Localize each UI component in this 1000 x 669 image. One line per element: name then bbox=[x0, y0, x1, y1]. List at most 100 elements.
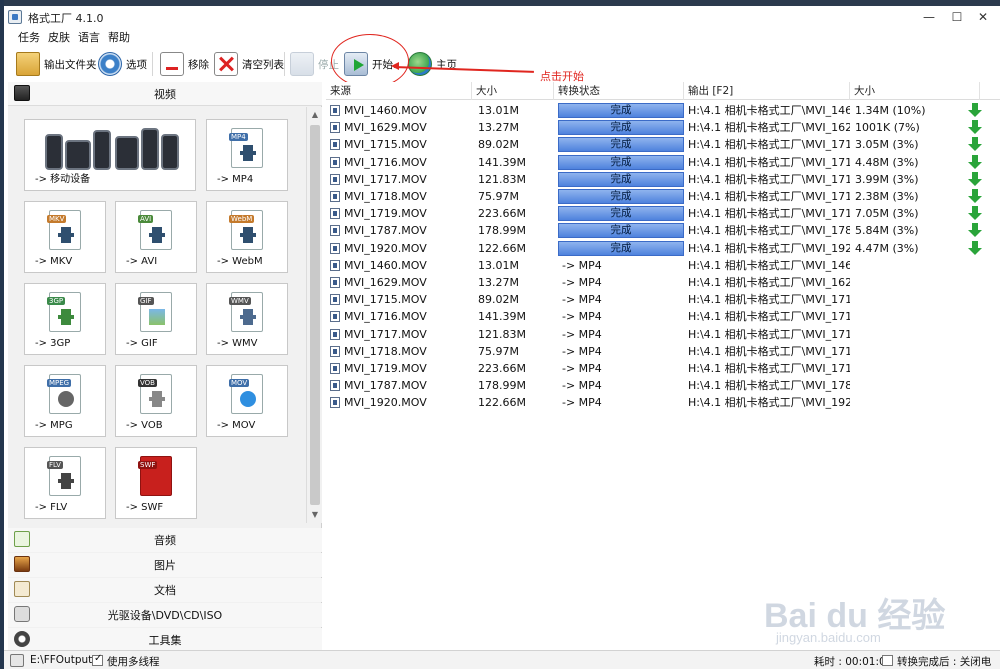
tile-mpg[interactable]: MPEG -> MPG bbox=[24, 365, 106, 437]
tile-swf[interactable]: SWF -> SWF bbox=[115, 447, 197, 519]
maximize-button[interactable]: ☐ bbox=[946, 8, 968, 26]
menu-help[interactable]: 帮助 bbox=[108, 29, 130, 45]
menu-language[interactable]: 语言 bbox=[78, 29, 100, 45]
table-row[interactable]: MVI_1716.MOV 141.39M 完成 H:\4.1 相机卡格式工厂\MVI_… bbox=[326, 154, 1000, 171]
tile-label: -> WebM bbox=[217, 256, 263, 267]
table-row[interactable]: MVI_1629.MOV 13.27M 完成 H:\4.1 相机卡格式工厂\MVI_1… bbox=[326, 119, 1000, 136]
tile-webm[interactable]: WebM -> WebM bbox=[206, 201, 288, 273]
tile-mov[interactable]: MOV -> MOV bbox=[206, 365, 288, 437]
close-button[interactable]: ✕ bbox=[972, 8, 994, 26]
table-row[interactable]: MVI_1718.MOV 75.97M -> MP4 H:\4.1 相机卡格式工厂\M… bbox=[326, 343, 1000, 360]
elapsed-time: 耗时 : 00:01:07 bbox=[814, 656, 893, 668]
table-row[interactable]: MVI_1717.MOV 121.83M 完成 H:\4.1 相机卡格式工厂\MVI_… bbox=[326, 171, 1000, 188]
menu-skin[interactable]: 皮肤 bbox=[48, 29, 70, 45]
size-cell: 13.01M bbox=[478, 104, 519, 117]
options-button[interactable]: 选项 bbox=[98, 49, 147, 79]
col-output-size[interactable]: 大小 bbox=[850, 82, 980, 100]
toolbar-separator bbox=[152, 52, 153, 76]
col-status[interactable]: 转换状态 bbox=[554, 82, 684, 100]
scroll-down-icon[interactable]: ▼ bbox=[309, 509, 321, 521]
menu-bar: 任务 皮肤 语言 帮助 bbox=[4, 28, 1000, 44]
table-row[interactable]: MVI_1719.MOV 223.66M -> MP4 H:\4.1 相机卡格式工厂\… bbox=[326, 360, 1000, 377]
minimize-button[interactable]: — bbox=[918, 8, 940, 26]
tile-mp4[interactable]: MP4 -> MP4 bbox=[206, 119, 288, 191]
category-audio[interactable]: 音频 bbox=[8, 528, 322, 552]
size-cell: 122.66M bbox=[478, 396, 526, 410]
wmv-file-icon: WMV bbox=[229, 292, 263, 332]
mpg-file-icon: MPEG bbox=[47, 374, 81, 414]
output-path[interactable]: E:\FFOutput bbox=[30, 654, 92, 666]
format-grid-scrollbar[interactable]: ▲ ▼ bbox=[306, 107, 322, 523]
video-file-icon bbox=[330, 328, 340, 340]
video-file-icon bbox=[330, 173, 340, 185]
table-row[interactable]: MVI_1787.MOV 178.99M 完成 H:\4.1 相机卡格式工厂\MVI_… bbox=[326, 222, 1000, 239]
table-row[interactable]: MVI_1719.MOV 223.66M 完成 H:\4.1 相机卡格式工厂\MVI_… bbox=[326, 205, 1000, 222]
table-row[interactable]: MVI_1787.MOV 178.99M -> MP4 H:\4.1 相机卡格式工厂\… bbox=[326, 377, 1000, 394]
size-cell: 13.27M bbox=[478, 121, 519, 135]
tile-flv[interactable]: FLV -> FLV bbox=[24, 447, 106, 519]
folder-icon bbox=[16, 52, 40, 76]
tile-mobile[interactable]: -> 移动设备 bbox=[24, 119, 196, 191]
table-row[interactable]: MVI_1920.MOV 122.66M -> MP4 H:\4.1 相机卡格式工厂\… bbox=[326, 394, 1000, 411]
download-arrow-icon[interactable] bbox=[968, 240, 982, 256]
home-button[interactable]: 主页 bbox=[408, 49, 457, 79]
remove-button[interactable]: 移除 bbox=[160, 49, 209, 79]
table-row[interactable]: MVI_1460.MOV 13.01M 完成 H:\4.1 相机卡格式工厂\MVI_1… bbox=[326, 102, 1000, 119]
table-row[interactable]: MVI_1629.MOV 13.27M -> MP4 H:\4.1 相机卡格式工厂\M… bbox=[326, 274, 1000, 291]
category-picture[interactable]: 图片 bbox=[8, 553, 322, 577]
after-done-checkbox[interactable] bbox=[882, 655, 893, 666]
source-cell: MVI_1460.MOV bbox=[344, 258, 427, 272]
status-badge: 完成 bbox=[558, 154, 684, 170]
status-cell: -> MP4 bbox=[562, 327, 602, 341]
source-cell: MVI_1719.MOV bbox=[344, 362, 427, 375]
col-source[interactable]: 来源 bbox=[326, 82, 472, 100]
table-row[interactable]: MVI_1715.MOV 89.02M -> MP4 H:\4.1 相机卡格式工厂\M… bbox=[326, 291, 1000, 308]
output-folder-icon bbox=[10, 654, 24, 667]
disc-drive-icon bbox=[14, 606, 30, 622]
size-cell: 89.02M bbox=[478, 138, 519, 152]
category-document[interactable]: 文档 bbox=[8, 578, 322, 602]
table-row[interactable]: MVI_1460.MOV 13.01M -> MP4 H:\4.1 相机卡格式工厂\M… bbox=[326, 257, 1000, 274]
source-cell: MVI_1717.MOV bbox=[344, 327, 427, 341]
output-cell: H:\4.1 相机卡格式工厂\MVI_1460.... bbox=[688, 258, 850, 272]
download-arrow-icon[interactable] bbox=[968, 171, 982, 187]
video-icon bbox=[14, 85, 30, 101]
output-cell: H:\4.1 相机卡格式工厂\MVI_1460.... bbox=[688, 104, 850, 117]
output-folder-button[interactable]: 输出文件夹 bbox=[16, 49, 97, 79]
scroll-thumb[interactable] bbox=[310, 125, 320, 505]
category-disc[interactable]: 光驱设备\DVD\CD\ISO bbox=[8, 603, 322, 627]
clear-list-button[interactable]: 清空列表 bbox=[214, 49, 284, 79]
category-tools[interactable]: 工具集 bbox=[8, 628, 322, 652]
table-row[interactable]: MVI_1717.MOV 121.83M -> MP4 H:\4.1 相机卡格式工厂\… bbox=[326, 326, 1000, 343]
download-arrow-icon[interactable] bbox=[968, 154, 982, 170]
tile-wmv[interactable]: WMV -> WMV bbox=[206, 283, 288, 355]
download-arrow-icon[interactable] bbox=[968, 137, 982, 152]
tile-avi[interactable]: AVI -> AVI bbox=[115, 201, 197, 273]
tile-gif[interactable]: GIF -> GIF bbox=[115, 283, 197, 355]
mov-file-icon: MOV bbox=[229, 374, 263, 414]
tile-vob[interactable]: VOB -> VOB bbox=[115, 365, 197, 437]
download-arrow-icon[interactable] bbox=[968, 223, 982, 238]
menu-task[interactable]: 任务 bbox=[18, 29, 40, 45]
output-cell: H:\4.1 相机卡格式工厂\MVI_1716.... bbox=[688, 155, 850, 169]
tile-3gp[interactable]: 3GP -> 3GP bbox=[24, 283, 106, 355]
col-size[interactable]: 大小 bbox=[472, 82, 554, 100]
scroll-up-icon[interactable]: ▲ bbox=[309, 109, 321, 121]
multithread-checkbox[interactable] bbox=[92, 653, 103, 666]
download-arrow-icon[interactable] bbox=[968, 206, 982, 221]
category-tools-label: 工具集 bbox=[148, 634, 182, 647]
table-row[interactable]: MVI_1715.MOV 89.02M 完成 H:\4.1 相机卡格式工厂\MVI_1… bbox=[326, 136, 1000, 153]
gear-icon bbox=[98, 52, 122, 76]
col-output[interactable]: 输出 [F2] bbox=[684, 82, 850, 100]
download-arrow-icon[interactable] bbox=[968, 103, 982, 118]
table-row[interactable]: MVI_1716.MOV 141.39M -> MP4 H:\4.1 相机卡格式工厂\… bbox=[326, 308, 1000, 325]
tile-mkv[interactable]: MKV -> MKV bbox=[24, 201, 106, 273]
video-file-icon bbox=[330, 363, 340, 374]
download-arrow-icon[interactable] bbox=[968, 120, 982, 135]
avi-file-icon: AVI bbox=[138, 210, 172, 250]
category-video[interactable]: 视频 bbox=[8, 82, 322, 106]
video-file-icon bbox=[330, 122, 340, 134]
table-row[interactable]: MVI_1718.MOV 75.97M 完成 H:\4.1 相机卡格式工厂\MVI_1… bbox=[326, 188, 1000, 205]
table-row[interactable]: MVI_1920.MOV 122.66M 完成 H:\4.1 相机卡格式工厂\MVI_… bbox=[326, 240, 1000, 257]
download-arrow-icon[interactable] bbox=[968, 189, 982, 204]
